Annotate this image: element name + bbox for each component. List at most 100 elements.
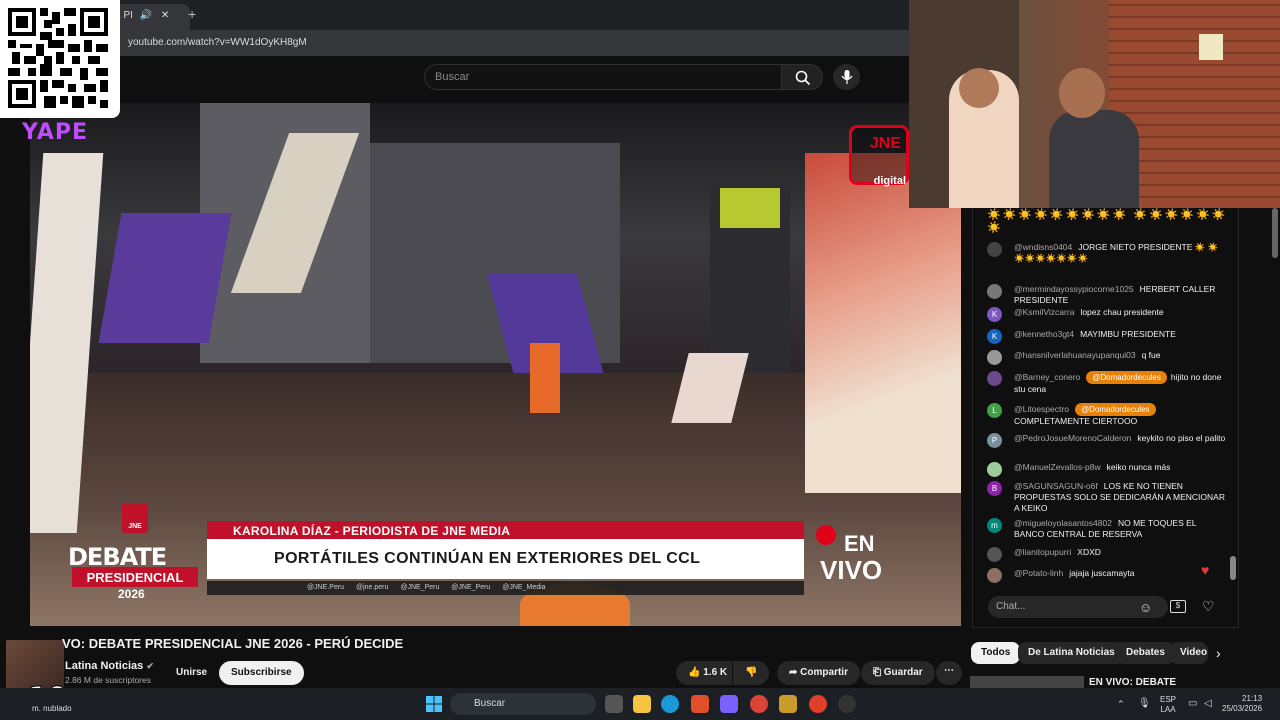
save-button[interactable]: ⎗ Guardar — [861, 661, 935, 685]
chat-avatar[interactable] — [987, 242, 1002, 257]
chat-username[interactable]: @SAGUNSAGUN-o6f — [1014, 481, 1098, 491]
chat-message: K @kennetho3gt4 MAYIMBU PRESIDENTE — [987, 329, 1227, 344]
chat-avatar[interactable]: m — [987, 518, 1002, 533]
chat-username[interactable]: @PedroJosueMorenoCalderon — [1014, 433, 1131, 443]
jne-small-logo: JNE — [122, 503, 148, 533]
chat-avatar[interactable]: B — [987, 481, 1002, 496]
chat-avatar[interactable] — [987, 462, 1002, 477]
chat-avatar[interactable] — [987, 568, 1002, 583]
chat-username[interactable]: @ManuelZevallos-p8w — [1014, 462, 1101, 472]
share-button[interactable]: ➦ Compartir — [777, 661, 860, 685]
close-tab-icon[interactable]: ✕ — [161, 10, 169, 21]
audio-icon[interactable]: 🔊 — [140, 10, 152, 21]
orange-flag — [530, 343, 560, 413]
live-chat-panel[interactable]: ☀️☀️☀️☀️☀️☀️☀️☀️☀️ ☀️☀️☀️☀️☀️☀️☀️ @wndis… — [972, 208, 1239, 628]
url-text[interactable]: youtube.com/watch?v=WW1dOyKH8gM — [128, 37, 307, 48]
voice-search-button[interactable] — [833, 64, 860, 90]
volume-icon[interactable]: ◁ — [1204, 698, 1212, 709]
chrome-active-icon[interactable] — [809, 695, 827, 713]
chat-avatar[interactable] — [987, 371, 1002, 386]
page-scrollbar[interactable] — [1272, 208, 1278, 258]
search-icon — [795, 70, 811, 86]
windows-start-icon[interactable] — [426, 696, 442, 712]
app-icon[interactable] — [779, 695, 797, 713]
chat-username[interactable]: @Litoespectro — [1014, 404, 1069, 414]
task-view-icon[interactable] — [605, 695, 623, 713]
chat-username[interactable]: @KsmilVizcarra — [1014, 307, 1074, 317]
chat-username[interactable]: @Potato-linh — [1014, 568, 1063, 578]
chat-avatar[interactable]: K — [987, 307, 1002, 322]
chat-username[interactable]: @Barney_conero — [1014, 372, 1080, 382]
video-player[interactable]: JNE digital JNE DEBATE PRESIDENCIAL 2026… — [30, 103, 961, 626]
recommended-thumbnail[interactable] — [970, 676, 1084, 688]
filter-chip[interactable]: Todos — [971, 642, 1021, 664]
chat-scrollbar[interactable] — [1230, 556, 1236, 580]
browser-tab[interactable]: E PI 🔊 ✕ — [110, 4, 190, 30]
network-icon[interactable]: ▭ — [1188, 698, 1197, 709]
weather-widget[interactable]: m. nublado — [32, 704, 72, 713]
chat-message: @Barney_conero @Domadordecules hijito no d… — [987, 371, 1227, 395]
share-icon: ➦ — [789, 667, 798, 678]
lang-line-2: LAA — [1160, 705, 1176, 714]
chat-username[interactable]: @kennetho3gt4 — [1014, 329, 1074, 339]
chat-text: XDXD — [1077, 547, 1101, 557]
chat-message: @wndisns0404 JORGE NIETO PRESIDENTE ☀️ ☀️… — [987, 242, 1227, 264]
obs-icon[interactable] — [838, 695, 856, 713]
chat-username[interactable]: @migueloyolasantos4802 — [1014, 518, 1112, 528]
chat-username[interactable]: @wndisns0404 — [1014, 242, 1072, 252]
copilot-icon[interactable] — [720, 695, 738, 713]
edge-icon[interactable] — [661, 695, 679, 713]
dislike-button[interactable]: 👎 — [733, 661, 769, 685]
webcam-overlay — [909, 0, 1280, 208]
more-actions-button[interactable]: ⋯ — [936, 661, 962, 685]
search-button[interactable] — [781, 64, 823, 90]
chat-username[interactable]: @mermindayossypiocorne1025 — [1014, 284, 1134, 294]
new-tab-icon[interactable]: + — [188, 6, 196, 22]
chat-message: P @PedroJosueMorenoCalderon keykito no pis… — [987, 433, 1227, 448]
date: 25/03/2026 — [1222, 704, 1263, 713]
verified-icon: ✔ — [146, 661, 154, 671]
chat-avatar[interactable]: K — [987, 329, 1002, 344]
chat-message-body: @ManuelZevallos-p8w keiko nunca más — [1014, 462, 1227, 473]
member-badge: @Domadordecules — [1086, 371, 1167, 384]
channel-name[interactable]: Latina Noticias ✔ — [65, 660, 154, 672]
chrome-icon[interactable] — [750, 695, 768, 713]
chat-avatar[interactable] — [987, 547, 1002, 562]
share-label: Compartir — [800, 667, 848, 678]
chat-username[interactable]: @lianitopupurri — [1014, 547, 1071, 557]
chat-avatar[interactable]: L — [987, 403, 1002, 418]
store-icon[interactable] — [691, 695, 709, 713]
language-indicator[interactable]: ESP LAA — [1160, 695, 1176, 715]
tray-chevron-icon[interactable]: ⌃ — [1117, 699, 1125, 710]
chat-avatar[interactable] — [987, 284, 1002, 299]
taskbar-search[interactable]: Buscar — [450, 693, 596, 715]
file-explorer-icon[interactable] — [633, 695, 651, 713]
lower-third-headline: PORTÁTILES CONTINÚAN EN EXTERIORES DEL C… — [207, 539, 804, 579]
microphone-tray-icon[interactable]: 🎙 — [1138, 698, 1151, 709]
chat-message-body: @Barney_conero @Domadordecules hijito no d… — [1014, 371, 1227, 395]
chat-avatar[interactable] — [987, 350, 1002, 365]
filter-chip[interactable]: Debates — [1116, 642, 1175, 664]
chat-message-body: @kennetho3gt4 MAYIMBU PRESIDENTE — [1014, 329, 1227, 340]
chat-text: lopez chau presidente — [1080, 307, 1164, 317]
filter-chip[interactable]: Video — [1170, 642, 1208, 664]
chat-message-body: @Litoespectro @DomadordeculesCOMPLETAMENT… — [1014, 403, 1227, 427]
chat-message-body: @hansnilverlahuanayupanqui03 q fue — [1014, 350, 1227, 361]
qr-code-panel — [0, 0, 120, 118]
chevron-right-icon[interactable]: › — [1216, 645, 1221, 661]
chat-username[interactable]: @hansnilverlahuanayupanqui03 — [1014, 350, 1136, 360]
qr-code-icon — [8, 8, 108, 108]
heart-icon[interactable]: ♡ — [1202, 598, 1215, 615]
chat-message-body: @lianitopupurri XDXD — [1014, 547, 1227, 558]
channel-name-text: Latina Noticias — [65, 660, 144, 672]
subscribe-button[interactable]: Subscribirse — [219, 661, 304, 685]
filter-chip[interactable]: De Latina Noticias — [1018, 642, 1125, 664]
recommended-title[interactable]: EN VIVO: DEBATE — [1089, 677, 1176, 688]
emoji-icon[interactable]: ☺ — [1139, 600, 1152, 615]
super-chat-icon[interactable]: $ — [1170, 600, 1186, 613]
clock[interactable]: 21:13 25/03/2026 — [1222, 694, 1262, 714]
search-input[interactable]: Buscar — [424, 64, 782, 90]
join-button[interactable]: Unirse — [164, 661, 219, 685]
like-button[interactable]: 👍 1.6 K — [676, 661, 732, 685]
chat-avatar[interactable]: P — [987, 433, 1002, 448]
